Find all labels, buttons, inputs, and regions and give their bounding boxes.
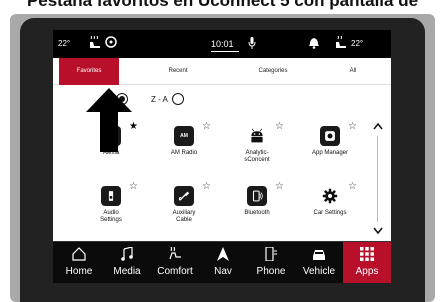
- app-label-line: Settings: [100, 217, 122, 223]
- favorite-star-icon[interactable]: ☆: [275, 182, 284, 192]
- sort-za-label: Z - A: [151, 95, 168, 104]
- app-label-line: Audio: [103, 210, 119, 216]
- nav-label: Media: [113, 266, 141, 277]
- app-audio-settings[interactable]: ☆ Audio Settings: [75, 182, 147, 230]
- nav-label: Apps: [355, 266, 379, 277]
- clock: 10:01: [211, 39, 234, 49]
- app-label: Auxiliary Cable: [148, 210, 220, 224]
- nav-media[interactable]: Media: [103, 242, 151, 283]
- tab-categories[interactable]: Categories: [238, 58, 308, 85]
- app-label-line: Auxiliary: [172, 210, 196, 216]
- favorite-star-icon[interactable]: ☆: [348, 182, 357, 192]
- microphone-icon[interactable]: [248, 37, 256, 49]
- app-manager-icon: [320, 126, 340, 146]
- favorite-star-icon[interactable]: ☆: [348, 122, 357, 132]
- app-bluetooth[interactable]: ☆ Bluetooth: [221, 182, 293, 230]
- bluetooth-icon: [247, 186, 267, 206]
- tab-all[interactable]: All: [333, 58, 373, 85]
- status-bar: 22° 10:01 22°: [53, 30, 391, 58]
- nav-label: Phone: [256, 266, 286, 277]
- vehicle-icon: [313, 250, 325, 260]
- app-am-radio[interactable]: AM ☆ AM Radio: [148, 122, 220, 170]
- app-tabs: Favorites Recent Categories All: [53, 58, 391, 85]
- nav-label: Nav: [214, 266, 232, 277]
- tab-favorites[interactable]: Favorites: [59, 58, 119, 85]
- apps-grid-icon: [360, 247, 374, 261]
- app-auxiliary-cable[interactable]: ☆ Auxiliary Cable: [148, 182, 220, 230]
- app-label: Analytic- sConcent: [221, 150, 293, 164]
- app-label: Audio Settings: [75, 210, 147, 224]
- favorite-star-icon[interactable]: ☆: [275, 122, 284, 132]
- nav-label: Comfort: [157, 266, 193, 277]
- scroll-up-icon[interactable]: [373, 122, 383, 130]
- sort-za-radio[interactable]: [172, 93, 184, 105]
- home-icon: [72, 247, 86, 261]
- android-icon: [247, 126, 267, 146]
- am-radio-icon: AM: [174, 126, 194, 146]
- passenger-seat-icon[interactable]: [334, 36, 348, 50]
- nav-navigation[interactable]: Nav: [199, 242, 247, 283]
- nav-phone[interactable]: Phone: [247, 242, 295, 283]
- phone-icon: [265, 247, 277, 261]
- scrollbar[interactable]: [377, 136, 378, 222]
- favorite-star-icon[interactable]: ☆: [202, 122, 211, 132]
- app-label-line: Analytic-: [245, 150, 269, 156]
- app-label: App Manager: [311, 150, 349, 156]
- nav-apps[interactable]: Apps: [343, 242, 391, 283]
- favorite-star-icon[interactable]: ☆: [129, 182, 138, 192]
- clock-underline: [211, 51, 239, 52]
- app-label: Bluetooth: [244, 210, 270, 216]
- car-settings-icon: [320, 186, 340, 206]
- scroll-down-icon[interactable]: [373, 227, 383, 235]
- pointer-arrow-icon: [86, 88, 132, 152]
- comfort-icon: [169, 247, 181, 260]
- aux-cable-icon: [174, 186, 194, 206]
- app-analytic-sconcent[interactable]: ☆ Analytic- sConcent: [221, 122, 293, 170]
- nav-arrow-icon: [217, 247, 229, 261]
- passenger-temperature[interactable]: 22°: [351, 39, 363, 48]
- nav-comfort[interactable]: Comfort: [151, 242, 199, 283]
- app-label: AM Radio: [170, 150, 198, 156]
- uconnect-screen: 22° 10:01 22° Favorites Recent Categorie…: [53, 30, 391, 283]
- tab-recent[interactable]: Recent: [148, 58, 208, 85]
- app-app-manager[interactable]: ☆ App Manager: [294, 122, 366, 170]
- heated-seat-icon[interactable]: [88, 36, 102, 50]
- bottom-nav-bar: Home Media Comfort Nav Phone Vehicle App…: [53, 241, 391, 283]
- notification-bell-icon[interactable]: [309, 37, 319, 49]
- nav-vehicle[interactable]: Vehicle: [295, 242, 343, 283]
- nav-label: Vehicle: [302, 266, 336, 277]
- driver-temperature[interactable]: 22°: [58, 39, 70, 48]
- app-label: Car Settings: [313, 210, 347, 216]
- caption-title: Pestaña favoritos en Uconnect 5 con pant…: [26, 0, 419, 10]
- favorite-star-icon[interactable]: ☆: [202, 182, 211, 192]
- app-label-line: Cable: [176, 217, 192, 223]
- nav-label: Home: [65, 266, 93, 277]
- audio-settings-icon: [101, 186, 121, 206]
- app-label-line: sConcent: [244, 157, 270, 163]
- heated-wheel-icon[interactable]: [105, 36, 117, 48]
- music-note-icon: [121, 247, 133, 261]
- nav-home[interactable]: Home: [55, 242, 103, 283]
- app-car-settings[interactable]: ☆ Car Settings: [294, 182, 366, 230]
